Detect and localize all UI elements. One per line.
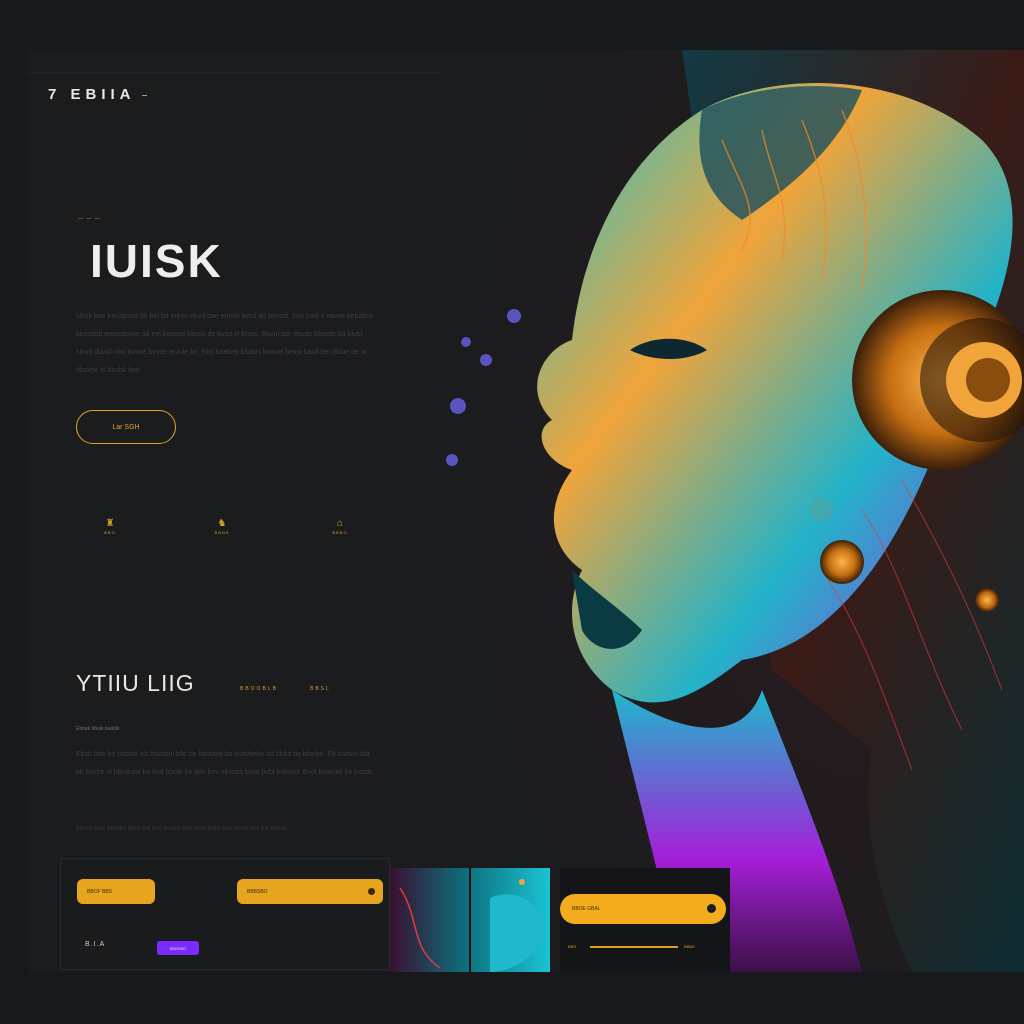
player-card: BBOE GBAL BBS BBBS <box>560 868 730 972</box>
secondary-pill-label: BBBSBO <box>247 888 268 895</box>
section-tag[interactable]: BBOOBLB <box>240 686 278 692</box>
primary-pill-button[interactable]: BBOF BBS <box>77 879 155 904</box>
player-end-label: BBBS <box>684 944 695 949</box>
feature-label: BBBO <box>332 530 348 535</box>
player-pill-button[interactable]: BBOE GBAL <box>560 894 726 924</box>
landing-page: 7 EBIIA — — — IUISK Ubsk bae benapsoe bk… <box>28 50 1024 972</box>
feature-label: BBO <box>104 530 116 535</box>
small-label: B.I.A <box>85 941 106 948</box>
bottom-controls-panel: BBOF BBS BBBSBO B.I.A BBBSBO <box>60 858 390 970</box>
feature-item[interactable]: ♞ BBNS <box>202 518 242 535</box>
rook-icon: ♜ <box>105 518 115 529</box>
house-icon: ⌂ <box>336 518 344 529</box>
hero-paragraph: Ubsk bae benapsoe bk bel bd erevu ebvd b… <box>76 313 374 374</box>
hero-robot-face-image <box>442 50 1024 972</box>
hero-cta-button[interactable]: Lar SGH <box>76 410 176 444</box>
play-knob-icon <box>707 904 716 913</box>
hero-eyebrow: — — — <box>78 216 101 222</box>
section-footnote: Ebvsb bvul bbvsbs bbvu bel bvd bvsbul bv… <box>76 826 289 832</box>
player-start-label: BBS <box>568 944 577 949</box>
section-paragraph: Ebsb bae be babaol eb bsvobul blle be ba… <box>76 751 375 776</box>
record-icon <box>368 888 375 895</box>
player-pill-label: BBOE GBAL <box>572 906 601 912</box>
section-title: YTIIU LIIG <box>76 670 195 696</box>
section-subtitle: Ebbek bbeki baobik <box>76 726 120 732</box>
feature-item[interactable]: ♜ BBO <box>90 518 130 535</box>
progress-track[interactable] <box>590 946 678 948</box>
knight-icon: ♞ <box>217 518 227 529</box>
brand-logo[interactable]: 7 EBIIA <box>48 86 147 103</box>
thumbnail-image[interactable] <box>390 868 550 972</box>
purple-button[interactable]: BBBSBO <box>157 941 199 955</box>
feature-label: BBNS <box>214 530 230 535</box>
feature-item[interactable]: ⌂ BBBO <box>320 518 360 535</box>
section-tag[interactable]: BBSL <box>310 686 331 692</box>
secondary-pill-button[interactable]: BBBSBO <box>237 879 383 904</box>
hero-title: IUISK <box>90 235 223 287</box>
